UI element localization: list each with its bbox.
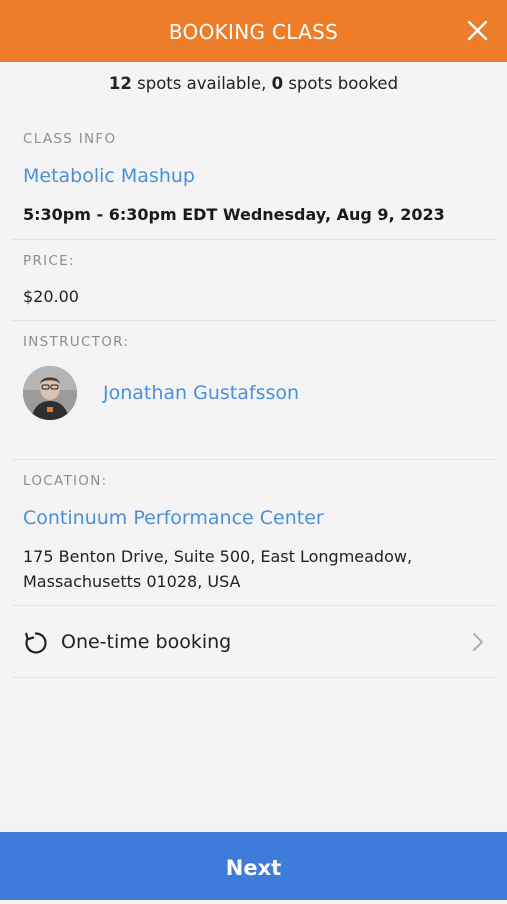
location-name-link[interactable]: Continuum Performance Center <box>23 507 324 529</box>
spots-available-count: 12 <box>108 74 132 93</box>
spots-summary: 12 spots available, 0 spots booked <box>0 74 507 93</box>
divider <box>12 459 497 460</box>
close-button[interactable] <box>459 13 495 49</box>
price-label: PRICE: <box>23 253 75 269</box>
divider <box>12 677 497 678</box>
booking-type-row[interactable]: One-time booking <box>12 607 497 677</box>
instructor-name-link[interactable]: Jonathan Gustafsson <box>103 382 299 404</box>
header-bar: BOOKING CLASS <box>0 0 507 62</box>
instructor-photo <box>23 366 77 420</box>
next-button[interactable]: Next <box>0 832 507 900</box>
booking-type-label: One-time booking <box>61 631 232 653</box>
class-schedule: 5:30pm - 6:30pm EDT Wednesday, Aug 9, 20… <box>23 205 445 224</box>
instructor-label: INSTRUCTOR: <box>23 334 130 350</box>
location-address-line2: Massachusetts 01028, USA <box>23 572 241 591</box>
refresh-icon <box>25 632 47 654</box>
spots-available-text: spots available, <box>137 74 267 93</box>
spots-booked-text: spots booked <box>288 74 399 93</box>
page-title: BOOKING CLASS <box>168 20 339 44</box>
divider <box>12 320 497 321</box>
location-label: LOCATION: <box>23 473 108 489</box>
close-icon[interactable] <box>459 13 495 49</box>
class-name-link[interactable]: Metabolic Mashup <box>23 165 195 187</box>
location-address-line1: 175 Benton Drive, Suite 500, East Longme… <box>23 547 413 566</box>
avatar[interactable] <box>23 366 77 420</box>
divider <box>12 605 497 606</box>
class-info-label: CLASS INFO <box>23 131 117 147</box>
chevron-right-icon <box>473 633 483 651</box>
divider <box>12 239 497 240</box>
spots-booked-count: 0 <box>271 74 284 93</box>
price-value: $20.00 <box>23 287 79 306</box>
